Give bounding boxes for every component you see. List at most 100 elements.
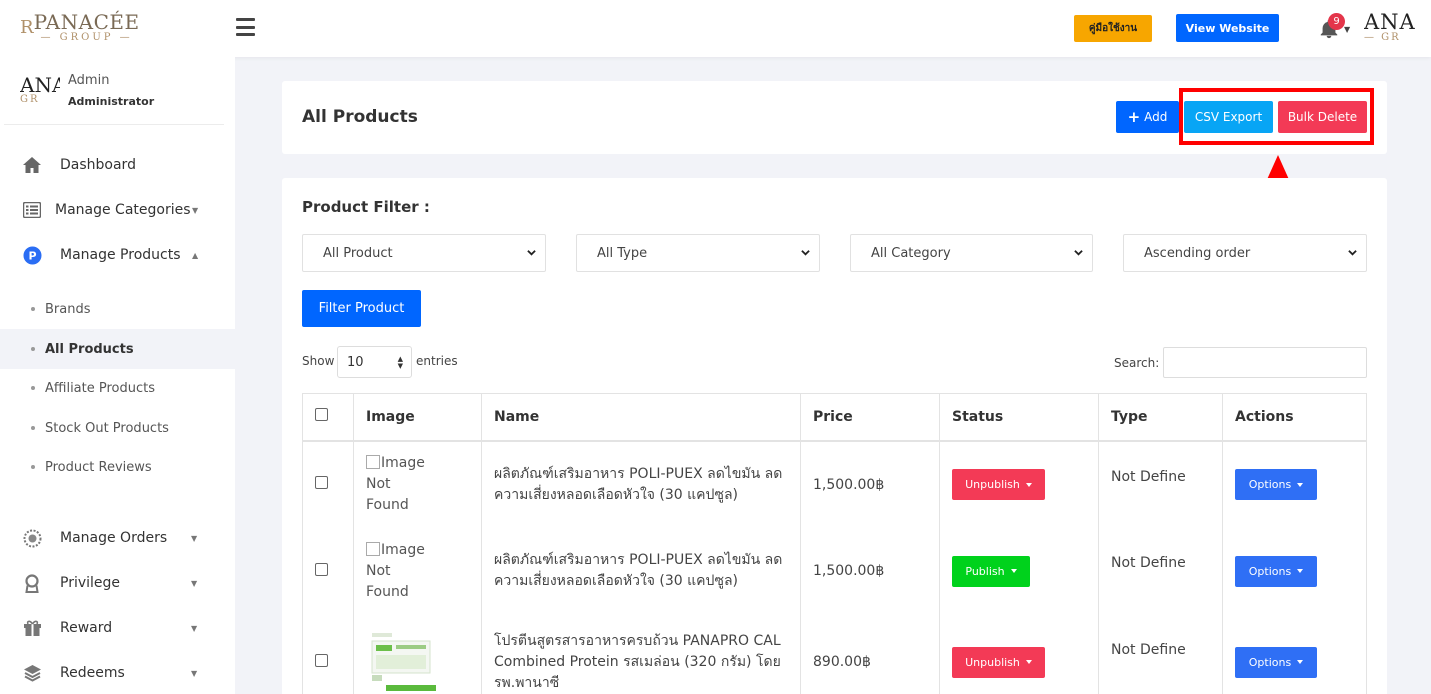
select-value: Ascending order	[1144, 245, 1251, 261]
image-cell	[353, 614, 482, 694]
brand-logo[interactable]: R PANACÉE — GROUP —	[20, 12, 140, 43]
sidebar: ANA GR Admin Administrator Dashboard Man…	[0, 57, 235, 694]
column-header-price[interactable]: Price	[800, 393, 940, 442]
notification-badge: 9	[1328, 13, 1345, 30]
sidebar-item-label: Redeems	[60, 665, 125, 681]
chevron-down-icon: ▼	[191, 623, 198, 633]
product-p-icon: P	[22, 245, 42, 265]
logo-wordmark: PANACÉE — GROUP —	[34, 12, 140, 43]
logo-name: PANACÉE	[33, 10, 140, 34]
row-checkbox[interactable]	[315, 653, 328, 667]
profile-role: Administrator	[68, 95, 155, 108]
column-header-image[interactable]: Image	[353, 393, 482, 442]
chevron-down-icon	[527, 250, 536, 256]
avatar-subtext: — GR	[1364, 32, 1401, 43]
select-value: All Category	[871, 245, 951, 261]
row-select-cell	[302, 440, 354, 528]
caret-down-icon	[1025, 482, 1032, 487]
options-dropdown-button[interactable]: Options	[1235, 646, 1317, 678]
user-avatar[interactable]: ANA — GR	[1364, 12, 1431, 50]
sidebar-subitem-label: Stock Out Products	[45, 420, 169, 436]
row-checkbox[interactable]	[315, 562, 328, 576]
page-length-select[interactable]: 10 ▲ ▼	[337, 346, 412, 378]
chevron-down-icon: ▼	[192, 205, 199, 215]
product-name: ผลิตภัณฑ์เสริมอาหาร POLI-PUEX ลดไขมัน ลด…	[494, 552, 783, 589]
type-cell: Not Define	[1098, 614, 1223, 694]
table-row: Image Not Found ผลิตภัณฑ์เสริมอาหาร POLI…	[302, 440, 1367, 528]
status-label: Unpublish	[965, 655, 1020, 669]
menu-toggle-icon[interactable]	[236, 18, 255, 36]
product-filter-select[interactable]: All Product	[302, 234, 546, 272]
chevron-down-icon[interactable]: ▼	[1344, 25, 1350, 34]
bullet-icon	[31, 426, 35, 430]
sidebar-item-label: Manage Products	[60, 247, 181, 263]
image-cell: Image Not Found	[353, 440, 482, 528]
sidebar-item-manage-categories[interactable]: Manage Categories ▼	[0, 190, 235, 230]
column-header-actions[interactable]: Actions	[1222, 393, 1367, 442]
sidebar-subitem-label: Product Reviews	[45, 459, 152, 475]
sidebar-item-label: Dashboard	[60, 157, 136, 173]
bullet-icon	[31, 307, 35, 311]
sidebar-item-label: Manage Orders	[60, 530, 168, 546]
profile-name: Admin	[68, 73, 110, 88]
annotation-highlight-box	[1179, 88, 1374, 145]
chevron-down-icon: ▼	[191, 578, 198, 588]
sidebar-item-reward[interactable]: Reward ▼	[0, 608, 235, 648]
svg-text:P: P	[28, 249, 36, 262]
status-dropdown-button[interactable]: Unpublish	[952, 469, 1045, 500]
sidebar-subitem-brands[interactable]: Brands	[0, 289, 235, 329]
sidebar-item-dashboard[interactable]: Dashboard	[0, 145, 235, 185]
options-label: Options	[1248, 655, 1292, 669]
category-filter-select[interactable]: All Category	[850, 234, 1093, 272]
sort-order-select[interactable]: Ascending order	[1123, 234, 1367, 272]
search-label: Search:	[1114, 356, 1160, 370]
row-checkbox[interactable]	[315, 476, 328, 489]
sidebar-subitem-product-reviews[interactable]: Product Reviews	[0, 447, 235, 487]
caret-down-icon	[1010, 569, 1017, 573]
status-cell: Publish	[939, 527, 1099, 615]
image-cell: Image Not Found	[353, 527, 482, 615]
price-cell: 1,500.00฿	[800, 440, 940, 528]
logo-subtitle: — GROUP —	[40, 32, 133, 43]
sidebar-subitem-stock-out-products[interactable]: Stock Out Products	[0, 408, 235, 448]
type-cell: Not Define	[1098, 527, 1223, 615]
sidebar-item-manage-orders[interactable]: Manage Orders ▼	[0, 518, 235, 558]
sidebar-subitem-all-products[interactable]: All Products	[0, 329, 235, 369]
column-header-name[interactable]: Name	[481, 393, 801, 442]
row-select-cell	[302, 527, 354, 615]
column-header-type[interactable]: Type	[1098, 393, 1223, 442]
select-value: All Product	[323, 245, 393, 261]
select-all-header	[302, 393, 354, 442]
options-label: Options	[1248, 478, 1292, 491]
options-dropdown-button[interactable]: Options	[1235, 469, 1317, 500]
type-filter-select[interactable]: All Type	[576, 234, 820, 272]
view-website-button[interactable]: View Website	[1176, 14, 1279, 42]
name-cell: ผลิตภัณฑ์เสริมอาหาร POLI-PUEX ลดไขมัน ลด…	[481, 440, 801, 528]
page-length-value: 10	[347, 354, 364, 370]
broken-image: Image Not Found	[366, 540, 436, 603]
sidebar-item-label: Manage Categories	[55, 202, 191, 218]
chevron-down-icon	[1348, 250, 1357, 256]
entries-label: entries	[416, 354, 458, 368]
user-manual-button[interactable]: คู่มือใช้งาน	[1074, 15, 1152, 42]
actions-cell: Options	[1222, 614, 1367, 694]
add-product-button[interactable]: + Add	[1116, 101, 1179, 133]
sidebar-item-manage-products[interactable]: P Manage Products ▲	[0, 235, 235, 275]
list-icon	[22, 200, 42, 220]
sidebar-item-privilege[interactable]: Privilege ▼	[0, 563, 235, 603]
select-all-checkbox[interactable]	[315, 408, 328, 422]
status-dropdown-button[interactable]: Publish	[952, 555, 1030, 587]
filter-product-button[interactable]: Filter Product	[302, 290, 421, 327]
sidebar-item-label: Privilege	[60, 575, 121, 591]
bullet-icon	[31, 465, 35, 469]
product-name: ผลิตภัณฑ์เสริมอาหาร POLI-PUEX ลดไขมัน ลด…	[494, 465, 783, 503]
sidebar-subitem-affiliate-products[interactable]: Affiliate Products	[0, 368, 235, 408]
search-input[interactable]	[1163, 347, 1367, 378]
chevron-down-icon: ▼	[191, 533, 198, 543]
sidebar-subitem-label: Brands	[45, 301, 91, 317]
caret-down-icon	[1297, 660, 1304, 664]
sidebar-item-redeems[interactable]: Redeems ▼	[0, 653, 235, 693]
status-dropdown-button[interactable]: Unpublish	[952, 646, 1045, 678]
column-header-status[interactable]: Status	[939, 393, 1099, 442]
options-dropdown-button[interactable]: Options	[1235, 555, 1317, 587]
